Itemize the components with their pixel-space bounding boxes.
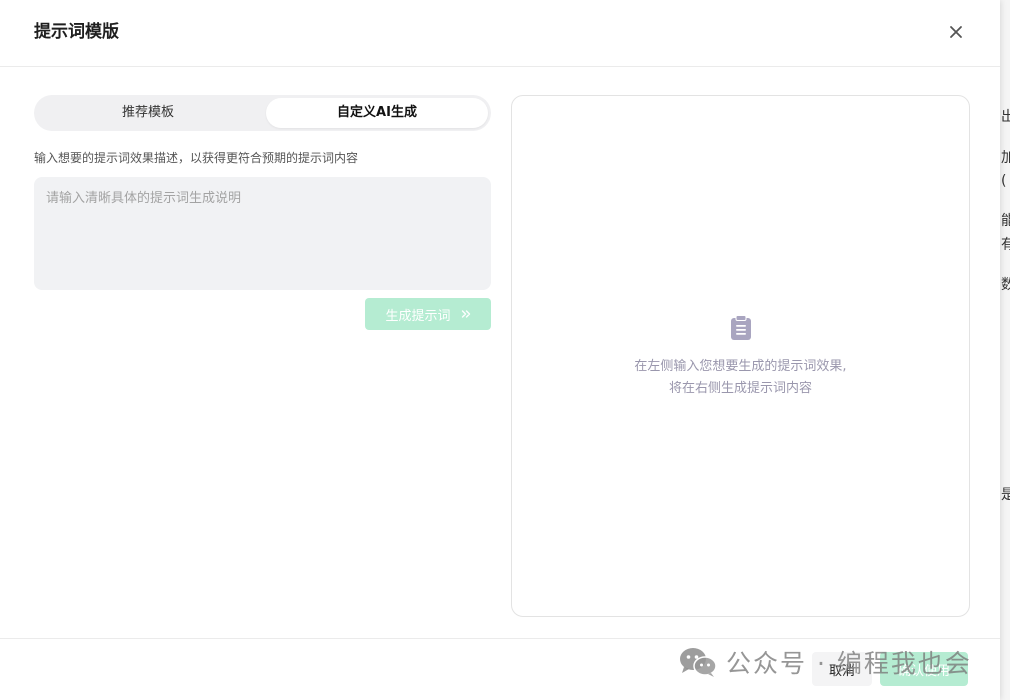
prompt-preview-panel: 在左侧输入您想要生成的提示词效果, 将在右侧生成提示词内容 xyxy=(511,95,970,617)
clipboard-icon xyxy=(731,315,751,340)
footer-divider xyxy=(0,638,1000,639)
mode-switch: 推荐模板 自定义AI生成 xyxy=(34,95,491,131)
prompt-description-input[interactable] xyxy=(34,177,491,290)
tab-recommended-templates[interactable]: 推荐模板 xyxy=(37,98,259,128)
cancel-button[interactable]: 取消 xyxy=(812,652,872,686)
prompt-template-dialog: 提示词模版 推荐模板 自定义AI生成 输入想要的提示词效果描述，以获得更符合预期… xyxy=(0,0,1000,700)
preview-empty-line: 将在右侧生成提示词内容 xyxy=(668,381,812,396)
preview-empty-message: 在左侧输入您想要生成的提示词效果, 将在右侧生成提示词内容 xyxy=(512,356,969,400)
generate-prompt-label: 生成提示词 xyxy=(385,308,451,324)
preview-empty-line: 在左侧输入您想要生成的提示词效果, xyxy=(634,359,847,374)
background-text: 出 xyxy=(1001,109,1010,125)
background-page: 出 加 ( 能 有 数 是 xyxy=(1000,0,1010,700)
background-text: 能 xyxy=(1001,213,1010,229)
double-chevron-right-icon xyxy=(461,310,470,318)
dialog-header: 提示词模版 xyxy=(0,0,1000,67)
background-text: 是 xyxy=(1001,487,1010,503)
generate-prompt-button[interactable]: 生成提示词 xyxy=(365,298,491,330)
tab-custom-ai-generate[interactable]: 自定义AI生成 xyxy=(266,98,488,128)
close-icon xyxy=(950,26,962,38)
dialog-title: 提示词模版 xyxy=(34,22,119,42)
confirm-use-button[interactable]: 确认使用 xyxy=(880,652,968,686)
background-text: 加 xyxy=(1001,150,1010,166)
close-button[interactable] xyxy=(944,20,968,44)
background-text: ( xyxy=(1001,173,1007,189)
input-description: 输入想要的提示词效果描述，以获得更符合预期的提示词内容 xyxy=(34,151,359,165)
background-text: 有 xyxy=(1001,237,1010,253)
background-text: 数 xyxy=(1001,277,1010,293)
